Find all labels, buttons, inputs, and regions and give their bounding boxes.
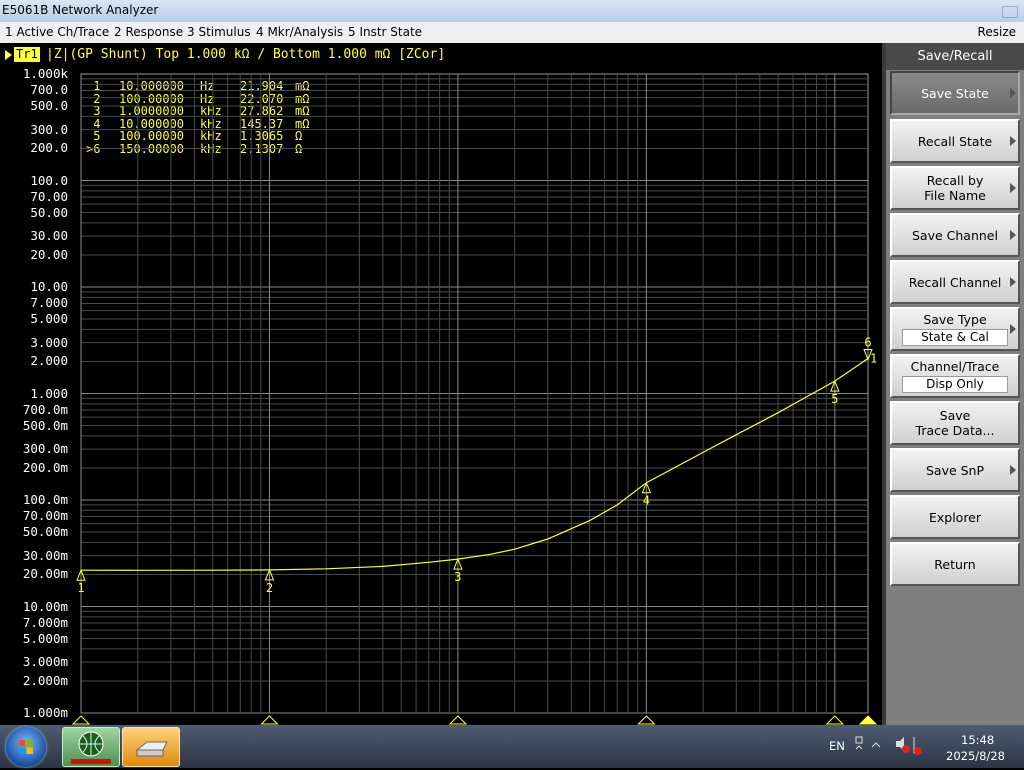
marker-3-label: 3 (454, 570, 461, 584)
clock-date[interactable]: 2025/8/28 (946, 749, 1005, 763)
resize-button[interactable]: Resize (978, 25, 1016, 39)
menu-response[interactable]: 2 Response (114, 25, 183, 39)
explorer-label: Explorer (928, 509, 982, 525)
recall-by-file-name-label: File Name (924, 188, 986, 203)
submenu-arrow-icon (1010, 230, 1016, 240)
return-label: Return (934, 556, 976, 572)
menu-instr-state[interactable]: 5 Instr State (348, 25, 422, 39)
channel-trace-value: Disp Only (902, 376, 1008, 393)
save-state-label: Save State (921, 85, 989, 101)
save-trace-data-label: Save (939, 408, 971, 423)
start-button[interactable] (6, 727, 46, 767)
marker-3-position-tick (448, 715, 468, 725)
channel-trace-label: Channel/Trace (910, 359, 1000, 374)
marker-2-label: 2 (266, 581, 273, 595)
softkey-panel: Save/Recall Save State Recall State Recall… (886, 43, 1024, 725)
restore-window-icon[interactable] (1002, 6, 1018, 18)
submenu-arrow-icon (1010, 183, 1016, 193)
return-button[interactable]: Return (890, 542, 1020, 586)
windows-logo-icon (19, 740, 33, 754)
window-titlebar: E5061B Network Analyzer (0, 0, 1024, 22)
trace-line (80, 358, 869, 571)
taskbar: EN 15:48 2025/8/28 (0, 725, 1024, 768)
measurement-screen: Tr1 |Z|(GP Shunt) Top 1.000 kΩ / Bottom … (0, 43, 886, 725)
trace-plot: 1 2 3 4 5 6 1 (71, 73, 878, 725)
menu-mkr-analysis[interactable]: 4 Mkr/Analysis (256, 25, 343, 39)
system-tray-icons (855, 736, 922, 755)
recall-by-file-name-label: Recall by (926, 173, 984, 188)
marker-5-position-tick (825, 715, 845, 725)
recall-channel-button[interactable]: Recall Channel (890, 260, 1020, 304)
taskbar-app-network-analyzer[interactable] (62, 727, 120, 767)
explorer-button[interactable]: Explorer (890, 495, 1020, 539)
network-analyzer-app-icon (71, 731, 111, 764)
menu-active-ch-trace[interactable]: 1 Active Ch/Trace (5, 25, 109, 39)
submenu-arrow-icon (1010, 136, 1016, 146)
marker-6-position-tick (858, 715, 878, 725)
submenu-arrow-icon (1010, 465, 1016, 475)
marker-4-position-tick (637, 715, 656, 725)
recall-state-button[interactable]: Recall State (890, 119, 1020, 163)
save-type-value: State & Cal (902, 329, 1008, 346)
marker-2-position-tick (260, 715, 279, 725)
menu-stimulus[interactable]: 3 Stimulus (187, 25, 251, 39)
save-type-button[interactable]: Save Type State & Cal (890, 307, 1020, 351)
marker-1-position-tick (71, 715, 91, 725)
softkey-menu-title: Save/Recall (886, 43, 1024, 70)
drive-icon (135, 741, 168, 757)
save-snp-button[interactable]: Save SnP (890, 448, 1020, 492)
save-state-button[interactable]: Save State (890, 71, 1020, 115)
menu-bar: 1 Active Ch/Trace 2 Response 3 Stimulus … (0, 22, 1024, 44)
marker-6-label: 6 (864, 336, 871, 350)
recall-by-file-name-button[interactable]: Recall by File Name (890, 166, 1020, 210)
submenu-arrow-icon (1010, 277, 1016, 287)
save-channel-button[interactable]: Save Channel (890, 213, 1020, 257)
marker-1-label: 1 (77, 581, 84, 595)
channel-trace-button[interactable]: Channel/Trace Disp Only (890, 354, 1020, 398)
save-trace-data-label: Trace Data... (915, 423, 995, 438)
window-title: E5061B Network Analyzer (2, 3, 159, 17)
recall-channel-label: Recall Channel (908, 274, 1002, 290)
recall-state-label: Recall State (917, 133, 993, 149)
save-channel-label: Save Channel (912, 227, 998, 243)
save-trace-data-button[interactable]: Save Trace Data... (890, 401, 1020, 445)
save-snp-label: Save SnP (925, 462, 985, 478)
submenu-arrow-icon (1010, 324, 1016, 334)
submenu-arrow-icon (1010, 88, 1016, 98)
save-type-label: Save Type (923, 312, 987, 327)
taskbar-app-drive[interactable] (122, 727, 180, 767)
language-indicator[interactable]: EN (829, 739, 845, 753)
marker-4-label: 4 (643, 494, 650, 508)
marker-5-label: 5 (831, 392, 838, 406)
clock-time[interactable]: 15:48 (961, 733, 994, 747)
reference-label: 1 (870, 352, 877, 366)
